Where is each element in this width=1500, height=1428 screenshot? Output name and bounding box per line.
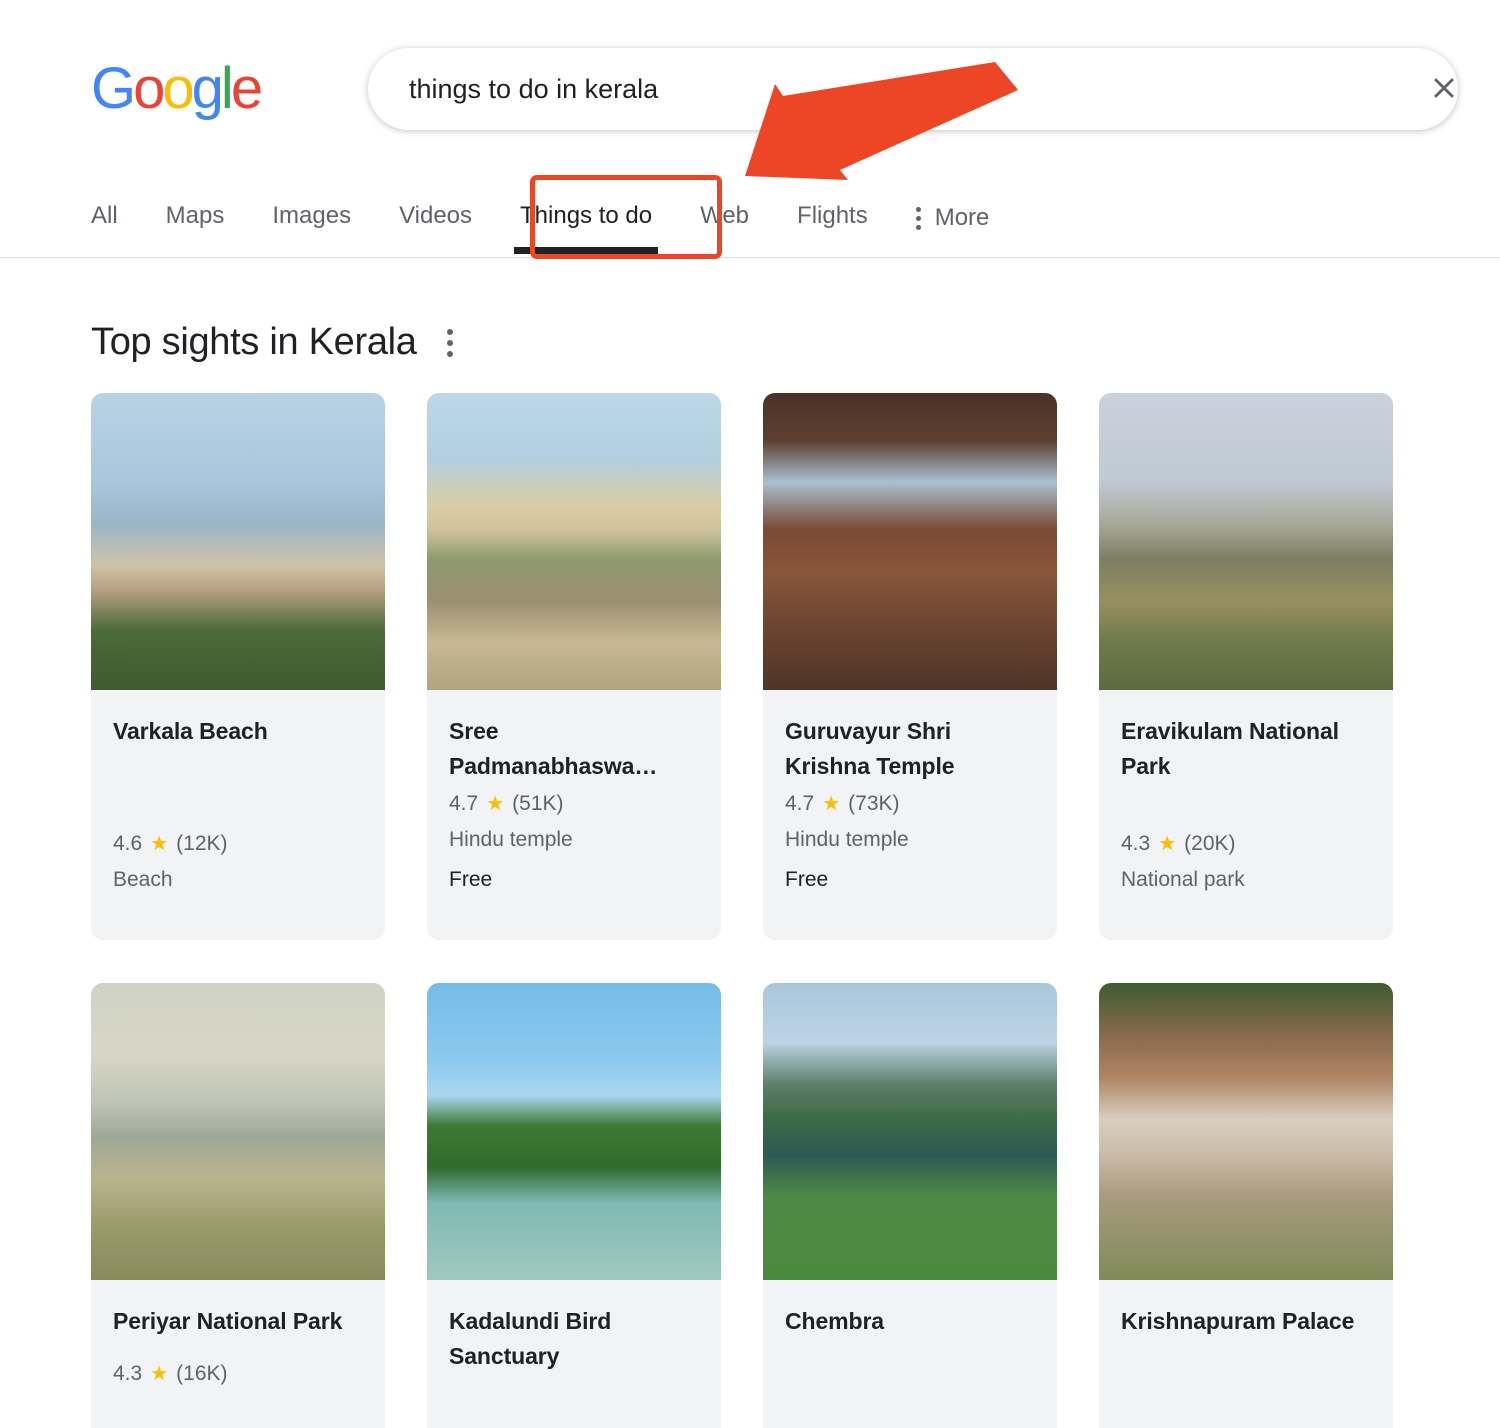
search-header: Google — [0, 0, 1500, 176]
logo-letter-o2: o — [162, 56, 191, 121]
card-title: Varkala Beach — [113, 714, 363, 750]
tab-videos[interactable]: Videos — [375, 176, 496, 228]
card-rating: 4.3 ★ (16K) — [113, 1358, 363, 1391]
sight-card-varkala-beach[interactable]: Varkala Beach 4.6 ★ (12K) Beach — [91, 393, 385, 940]
card-title: Krishnapuram Palace — [1121, 1304, 1371, 1340]
card-title: Sree Padmanabhaswa… — [449, 714, 699, 783]
card-body: Guruvayur Shri Krishna Temple 4.7 ★ (73K… — [763, 690, 1057, 940]
card-category: National park — [1121, 860, 1371, 900]
logo-letter-g: G — [91, 56, 133, 121]
rating-value: 4.3 — [113, 1358, 142, 1391]
review-count: (51K) — [512, 788, 563, 821]
review-count: (73K) — [848, 788, 899, 821]
sight-card-chembra[interactable]: Chembra — [763, 983, 1057, 1428]
card-title: Chembra — [785, 1304, 1035, 1340]
card-meta: 4.7 ★ (73K) Hindu temple Free — [785, 788, 1035, 940]
page-root: Google All Maps Images Videos Things to … — [0, 0, 1500, 1428]
section-overflow-menu-icon[interactable] — [443, 323, 457, 363]
card-price: Free — [449, 860, 699, 900]
card-category: Hindu temple — [449, 820, 699, 860]
card-meta: 4.6 ★ (12K) Beach — [113, 828, 363, 940]
card-rating: 4.3 ★ (20K) — [1121, 828, 1371, 861]
card-image — [763, 393, 1057, 690]
card-image — [91, 393, 385, 690]
tab-things-to-do[interactable]: Things to do — [496, 176, 676, 228]
search-tabs-bar: All Maps Images Videos Things to do Web … — [0, 176, 1500, 258]
tabs-divider — [0, 257, 1500, 258]
card-title: Guruvayur Shri Krishna Temple — [785, 714, 1035, 783]
card-rating: 4.6 ★ (12K) — [113, 828, 363, 861]
review-count: (20K) — [1184, 828, 1235, 861]
star-icon: ★ — [486, 794, 504, 814]
close-icon[interactable] — [1422, 66, 1466, 110]
card-image — [91, 983, 385, 1280]
sight-card-kadalundi-bird-sanctuary[interactable]: Kadalundi Bird Sanctuary — [427, 983, 721, 1428]
more-filters-label: More — [935, 204, 990, 232]
search-input[interactable] — [409, 66, 1339, 112]
rating-value: 4.3 — [1121, 828, 1150, 861]
card-price: Free — [785, 860, 1035, 900]
logo-letter-e: e — [231, 56, 260, 121]
card-body: Varkala Beach 4.6 ★ (12K) Beach — [91, 690, 385, 940]
page-title: Top sights in Kerala — [91, 320, 417, 366]
search-box[interactable] — [368, 48, 1458, 130]
more-filters-button[interactable]: More — [892, 176, 1014, 232]
rating-value: 4.6 — [113, 828, 142, 861]
card-title: Periyar National Park — [113, 1304, 363, 1340]
card-image — [763, 983, 1057, 1280]
tab-images[interactable]: Images — [248, 176, 375, 228]
card-body: Chembra — [763, 1280, 1057, 1428]
sight-card-krishnapuram-palace[interactable]: Krishnapuram Palace — [1099, 983, 1393, 1428]
logo-letter-o1: o — [133, 56, 162, 121]
star-icon: ★ — [822, 794, 840, 814]
logo-letter-l: l — [221, 56, 231, 121]
card-body: Eravikulam National Park 4.3 ★ (20K) Nat… — [1099, 690, 1393, 940]
sight-card-eravikulam-national-park[interactable]: Eravikulam National Park 4.3 ★ (20K) Nat… — [1099, 393, 1393, 940]
star-icon: ★ — [1158, 834, 1176, 854]
logo-letter-g2: g — [192, 56, 221, 121]
sight-card-guruvayur-temple[interactable]: Guruvayur Shri Krishna Temple 4.7 ★ (73K… — [763, 393, 1057, 940]
section-header: Top sights in Kerala — [91, 320, 457, 366]
rating-value: 4.7 — [449, 788, 478, 821]
card-category: Beach — [113, 860, 363, 900]
card-image — [427, 983, 721, 1280]
card-category: Hindu temple — [785, 820, 1035, 860]
tab-maps[interactable]: Maps — [142, 176, 249, 228]
star-icon: ★ — [150, 834, 168, 854]
card-body: Kadalundi Bird Sanctuary — [427, 1280, 721, 1428]
dots-vertical-icon — [916, 207, 921, 230]
card-meta: 4.3 ★ (20K) National park — [1121, 828, 1371, 940]
card-image — [427, 393, 721, 690]
review-count: (16K) — [176, 1358, 227, 1391]
tab-all[interactable]: All — [91, 176, 142, 228]
search-tabs: All Maps Images Videos Things to do Web … — [91, 176, 1013, 258]
card-body: Sree Padmanabhaswa… 4.7 ★ (51K) Hindu te… — [427, 690, 721, 940]
tab-flights[interactable]: Flights — [773, 176, 892, 228]
google-logo[interactable]: Google — [91, 60, 260, 118]
review-count: (12K) — [176, 828, 227, 861]
tab-web[interactable]: Web — [676, 176, 773, 228]
top-sights-grid: Varkala Beach 4.6 ★ (12K) Beach Sree Pad… — [91, 393, 1411, 1428]
card-image — [1099, 393, 1393, 690]
card-title: Kadalundi Bird Sanctuary — [449, 1304, 699, 1373]
sight-card-sree-padmanabhaswamy[interactable]: Sree Padmanabhaswa… 4.7 ★ (51K) Hindu te… — [427, 393, 721, 940]
card-body: Krishnapuram Palace — [1099, 1280, 1393, 1428]
card-rating: 4.7 ★ (51K) — [449, 788, 699, 821]
sight-card-periyar-national-park[interactable]: Periyar National Park 4.3 ★ (16K) — [91, 983, 385, 1428]
rating-value: 4.7 — [785, 788, 814, 821]
card-body: Periyar National Park 4.3 ★ (16K) — [91, 1280, 385, 1428]
card-title: Eravikulam National Park — [1121, 714, 1371, 783]
card-image — [1099, 983, 1393, 1280]
card-meta: 4.7 ★ (51K) Hindu temple Free — [449, 788, 699, 940]
star-icon: ★ — [150, 1364, 168, 1384]
card-rating: 4.7 ★ (73K) — [785, 788, 1035, 821]
